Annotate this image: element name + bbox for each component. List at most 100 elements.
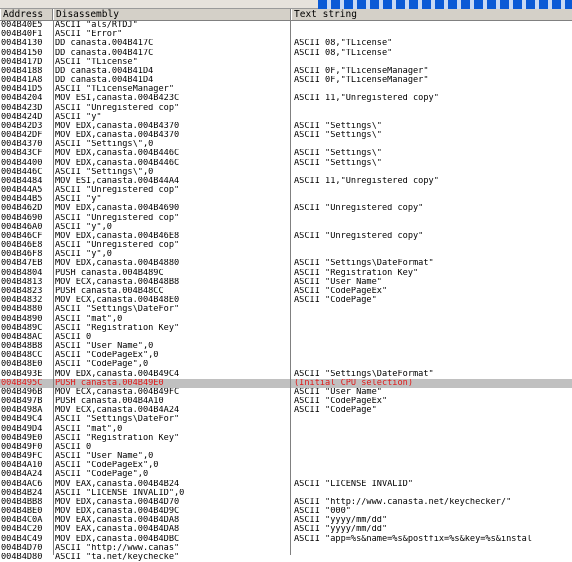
table-row[interactable]: 004B46E8 ASCII "Unregistered cop" — [0, 241, 572, 250]
table-row[interactable]: 004B41D5 ASCII "TLicenseManager" — [0, 85, 572, 94]
text-string-cell: ASCII "http://www.canasta.net/keychecker… — [294, 497, 512, 507]
address-cell: 004B4370 — [1, 140, 43, 150]
table-row[interactable]: 004B493E MOV EDX,canasta.004B49C4 ASCII "S… — [0, 370, 572, 379]
table-row[interactable]: 004B49E0 ASCII "Registration Key" — [0, 434, 572, 443]
table-row[interactable]: 004B4D80 ASCII "ta.net/keychecke" — [0, 553, 572, 562]
table-row[interactable]: 004B496B MOV ECX,canasta.004B49FC ASCII "U… — [0, 388, 572, 397]
table-row[interactable]: 004B446C ASCII "Settings\",0 — [0, 168, 572, 177]
table-row[interactable]: 004B46F8 ASCII "y",0 — [0, 250, 572, 259]
disassembly-cell: ASCII "Settings\DateFor" — [55, 415, 180, 425]
disassembly-cell: ASCII 0 — [55, 332, 92, 342]
table-row[interactable]: 004B4AC6 MOV EAX,canasta.004B4B24 ASCII "L… — [0, 480, 572, 489]
table-row[interactable]: 004B47EB MOV EDX,canasta.004B4880 ASCII "S… — [0, 259, 572, 268]
address-cell: 004B4204 — [1, 94, 43, 104]
table-row[interactable]: 004B423D ASCII "Unregistered cop" — [0, 104, 572, 113]
table-row[interactable]: 004B4C49 MOV EDX,canasta.004B4DBC ASCII "a… — [0, 535, 572, 544]
table-row[interactable]: 004B489C ASCII "Registration Key" — [0, 324, 572, 333]
address-cell: 004B4B24 — [1, 488, 43, 498]
address-cell: 004B4890 — [1, 314, 43, 324]
table-row[interactable]: 004B424D ASCII "y" — [0, 113, 572, 122]
address-cell: 004B4BE0 — [1, 507, 43, 517]
disassembly-cell: ASCII 0 — [55, 442, 92, 452]
table-row[interactable]: 004B4400 MOV EDX,canasta.004B446C ASCII "S… — [0, 159, 572, 168]
table-row[interactable]: 004B48E0 ASCII "CodePage",0 — [0, 360, 572, 369]
text-string-cell: ASCII "Registration Key" — [294, 268, 419, 278]
text-string-cell: ASCII 0F,"TLicenseManager" — [294, 76, 429, 86]
table-row[interactable]: 004B4130 DD canasta.004B417C ASCII 08,"TLi… — [0, 39, 572, 48]
table-row[interactable]: 004B48AC ASCII 0 — [0, 333, 572, 342]
table-row[interactable]: 004B4204 MOV ESI,canasta.004B423C ASCII 11… — [0, 94, 572, 103]
table-row[interactable]: 004B4484 MOV ESI,canasta.004B44A4 ASCII 11… — [0, 177, 572, 186]
header-address[interactable]: Address — [0, 9, 53, 20]
table-row[interactable]: 004B4890 ASCII "mat",0 — [0, 315, 572, 324]
table-row[interactable]: 004B4BE0 MOV EDX,canasta.004B4D9C ASCII "0… — [0, 507, 572, 516]
header-disassembly[interactable]: Disassembly — [53, 9, 291, 20]
disassembly-cell: MOV EDX,canasta.004B4370 — [55, 121, 180, 131]
table-row[interactable]: 004B44A5 ASCII "Unregistered cop" — [0, 186, 572, 195]
table-row[interactable]: 004B4B24 ASCII "LICENSE INVALID",0 — [0, 489, 572, 498]
title-bar-left — [0, 0, 318, 9]
table-row[interactable]: 004B4370 ASCII "Settings\",0 — [0, 140, 572, 149]
header-text-string[interactable]: Text string — [291, 9, 572, 20]
table-row-selected[interactable]: 004B495C PUSH canasta.004B49E0 (Initial CP… — [0, 378, 572, 388]
table-row[interactable]: 004B4150 DD canasta.004B417C ASCII 08,"TLi… — [0, 49, 572, 58]
table-row[interactable]: 004B40E5 ASCII "als/RTDJ" — [0, 21, 572, 30]
table-row[interactable]: 004B4804 PUSH canasta.004B489C ASCII "Regi… — [0, 269, 572, 278]
table-row[interactable]: 004B4D70 ASCII "http://www.canas" — [0, 544, 572, 553]
table-row[interactable]: 004B4A24 ASCII "CodePage",0 — [0, 470, 572, 479]
column-divider-1[interactable] — [53, 21, 54, 555]
table-row[interactable]: 004B43CF MOV EDX,canasta.004B446C ASCII "S… — [0, 149, 572, 158]
disassembly-cell: PUSH canasta.004B48CC — [55, 286, 164, 296]
column-divider-2[interactable] — [290, 21, 291, 555]
table-row[interactable]: 004B49D4 ASCII "mat",0 — [0, 425, 572, 434]
table-row[interactable]: 004B46CF MOV EDX,canasta.004B46E8 ASCII "U… — [0, 232, 572, 241]
table-row[interactable]: 004B42DF MOV EDX,canasta.004B4370 ASCII "S… — [0, 131, 572, 140]
disassembly-cell: ASCII "CodePage",0 — [55, 470, 149, 480]
address-cell: 004B4823 — [1, 286, 43, 296]
table-row[interactable]: 004B4690 ASCII "Unregistered cop" — [0, 214, 572, 223]
address-cell: 004B4D70 — [1, 543, 43, 553]
address-cell: 004B46E8 — [1, 241, 43, 251]
column-header: Address Disassembly Text string — [0, 9, 572, 21]
table-row[interactable]: 004B44B5 ASCII "y" — [0, 195, 572, 204]
table-row[interactable]: 004B462D MOV EDX,canasta.004B4690 ASCII "U… — [0, 204, 572, 213]
table-row[interactable]: 004B46A0 ASCII "y",0 — [0, 223, 572, 232]
address-cell: 004B4BB8 — [1, 497, 43, 507]
address-cell: 004B44B5 — [1, 195, 43, 205]
table-row[interactable]: 004B40F1 ASCII "Error" — [0, 30, 572, 39]
table-row[interactable]: 004B42D3 MOV EDX,canasta.004B4370 ASCII "S… — [0, 122, 572, 131]
address-cell: 004B4130 — [1, 39, 43, 49]
disassembly-cell: MOV ESI,canasta.004B44A4 — [55, 176, 180, 186]
address-cell: 004B4C0A — [1, 516, 43, 526]
address-cell: 004B48CC — [1, 351, 43, 361]
table-row[interactable]: 004B4813 MOV ECX,canasta.004B48B8 ASCII "U… — [0, 278, 572, 287]
disassembly-cell: ASCII "Unregistered cop" — [55, 241, 180, 251]
table-row[interactable]: 004B4C20 MOV EAX,canasta.004B4DA8 ASCII "y… — [0, 525, 572, 534]
table-row[interactable]: 004B4BB8 MOV EDX,canasta.004B4D70 ASCII "h… — [0, 498, 572, 507]
table-row[interactable]: 004B4880 ASCII "Settings\DateFor" — [0, 305, 572, 314]
table-row[interactable]: 004B49FC ASCII "User Name",0 — [0, 452, 572, 461]
text-string-cell: (Initial CPU selection) — [294, 378, 413, 388]
table-row[interactable]: 004B4C0A MOV EAX,canasta.004B4DA8 ASCII "y… — [0, 516, 572, 525]
disassembly-cell: MOV ECX,canasta.004B48B8 — [55, 277, 180, 287]
table-row[interactable]: 004B49F0 ASCII 0 — [0, 443, 572, 452]
address-cell: 004B4880 — [1, 305, 43, 315]
table-row[interactable]: 004B49C4 ASCII "Settings\DateFor" — [0, 415, 572, 424]
table-row[interactable]: 004B4832 MOV ECX,canasta.004B48E0 ASCII "C… — [0, 296, 572, 305]
table-row[interactable]: 004B498A MOV ECX,canasta.004B4A24 ASCII "C… — [0, 406, 572, 415]
table-row[interactable]: 004B4A10 ASCII "CodePageEx",0 — [0, 461, 572, 470]
text-string-cell: ASCII "User Name" — [294, 277, 382, 287]
table-row[interactable]: 004B48CC ASCII "CodePageEx",0 — [0, 351, 572, 360]
table-row[interactable]: 004B4823 PUSH canasta.004B48CC ASCII "Code… — [0, 287, 572, 296]
table-row[interactable]: 004B4188 DD canasta.004B41D4 ASCII 0F,"TLi… — [0, 67, 572, 76]
address-cell: 004B47EB — [1, 259, 43, 269]
table-row[interactable]: 004B417D ASCII "TLicense" — [0, 58, 572, 67]
table-row[interactable]: 004B497B PUSH canasta.004B4A10 ASCII "Code… — [0, 397, 572, 406]
address-cell: 004B46F8 — [1, 250, 43, 260]
disassembly-cell: MOV EDX,canasta.004B49C4 — [55, 369, 180, 379]
disassembly-cell: ASCII "Registration Key" — [55, 323, 180, 333]
table-row[interactable]: 004B41A8 DD canasta.004B41D4 ASCII 0F,"TLi… — [0, 76, 572, 85]
disassembly-cell: MOV EDX,canasta.004B4D9C — [55, 507, 180, 517]
table-row[interactable]: 004B48B8 ASCII "User Name",0 — [0, 342, 572, 351]
disassembly-cell: MOV EDX,canasta.004B4DBC — [55, 534, 180, 544]
